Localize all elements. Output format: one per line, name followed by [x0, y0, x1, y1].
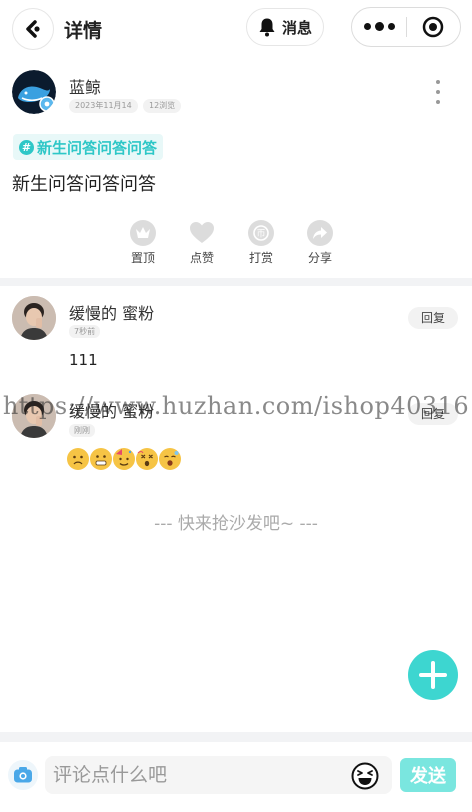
detail-page: 详情 消息 蓝鲸 2023年11月14 12浏览 # 新生问答问答问答 新生问答…: [0, 0, 472, 812]
dot-icon: [436, 90, 440, 94]
camera-icon: [14, 767, 32, 783]
camera-button[interactable]: [8, 760, 38, 790]
dot-icon: [374, 22, 384, 31]
dot-icon: [436, 100, 440, 104]
bell-icon: [259, 18, 275, 37]
empty-hint-text: --- 快来抢沙发吧~ ---: [154, 514, 318, 534]
reply-button[interactable]: 回复: [408, 403, 458, 425]
share-icon: [307, 220, 333, 246]
topic-label: 新生问答问答问答: [37, 138, 158, 157]
tip-label: 打赏: [248, 251, 273, 265]
miniprogram-capsule: [351, 7, 461, 47]
hashtag-icon: #: [19, 139, 34, 155]
tip-button[interactable]: 币 打赏: [232, 220, 290, 266]
dot-icon: [436, 80, 440, 84]
section-divider: [0, 278, 472, 286]
user-photo-icon: [12, 394, 56, 438]
like-label: 点赞: [189, 251, 214, 265]
target-close-icon: [423, 16, 444, 38]
back-button[interactable]: [12, 8, 54, 50]
commenter-avatar[interactable]: [12, 394, 56, 438]
grimacing-face-icon: [90, 448, 112, 470]
messages-label: 消息: [281, 18, 312, 37]
post-more-button[interactable]: [432, 80, 444, 104]
plus-icon: [419, 661, 447, 689]
view-count-badge: 12浏览: [143, 99, 182, 113]
dot-icon: [387, 23, 395, 30]
author-name[interactable]: 蓝鲸: [69, 74, 101, 98]
nav-header: 详情 消息: [0, 0, 472, 58]
post-content: 新生问答问答问答: [12, 174, 156, 195]
comment-input[interactable]: [45, 756, 392, 794]
commenter-name[interactable]: 缓慢的 蜜粉: [69, 398, 154, 422]
create-post-button[interactable]: [408, 650, 458, 700]
commenter-name[interactable]: 缓慢的 蜜粉: [69, 300, 154, 324]
coin-icon: 币: [248, 220, 274, 246]
comment-bar: 发送: [0, 742, 472, 812]
bottom-divider: [0, 732, 472, 742]
crown-icon: [130, 220, 156, 246]
pin-button[interactable]: 置顶: [114, 220, 172, 266]
commenter-avatar[interactable]: [12, 296, 56, 340]
send-button[interactable]: 发送: [400, 758, 456, 792]
messages-button[interactable]: 消息: [246, 8, 324, 46]
comment-time-badge: 刚刚: [69, 424, 95, 437]
comment-emojis: [67, 448, 181, 470]
post-date-badge: 2023年11月14: [69, 99, 138, 113]
back-arrow-icon: [26, 20, 40, 38]
user-photo-icon: [12, 296, 56, 340]
reply-button[interactable]: 回复: [408, 307, 458, 329]
partying-face-icon: [113, 448, 135, 470]
comment-text: 111: [69, 351, 98, 369]
comment-time-badge: 7秒前: [69, 325, 101, 338]
dot-icon: [363, 23, 371, 30]
author-avatar[interactable]: [12, 70, 56, 114]
whale-logo-icon: [12, 70, 56, 114]
post-actions: 置顶 点赞 币 打赏 分享: [114, 220, 354, 270]
svg-text:币: 币: [256, 229, 265, 240]
worried-face-icon: [67, 448, 89, 470]
heart-icon: [189, 220, 215, 246]
yawning-face-icon: [159, 448, 181, 470]
laughing-face-icon: [351, 762, 379, 790]
share-label: 分享: [307, 251, 332, 265]
close-miniprogram-button[interactable]: [407, 16, 460, 38]
topic-tag[interactable]: # 新生问答问答问答: [13, 134, 164, 160]
like-button[interactable]: 点赞: [173, 220, 231, 266]
more-menu-button[interactable]: [352, 22, 406, 31]
pin-label: 置顶: [130, 251, 155, 265]
emoji-picker-button[interactable]: [351, 762, 379, 790]
page-title: 详情: [64, 20, 103, 42]
share-button[interactable]: 分享: [291, 220, 349, 266]
dizzy-face-icon: [136, 448, 158, 470]
